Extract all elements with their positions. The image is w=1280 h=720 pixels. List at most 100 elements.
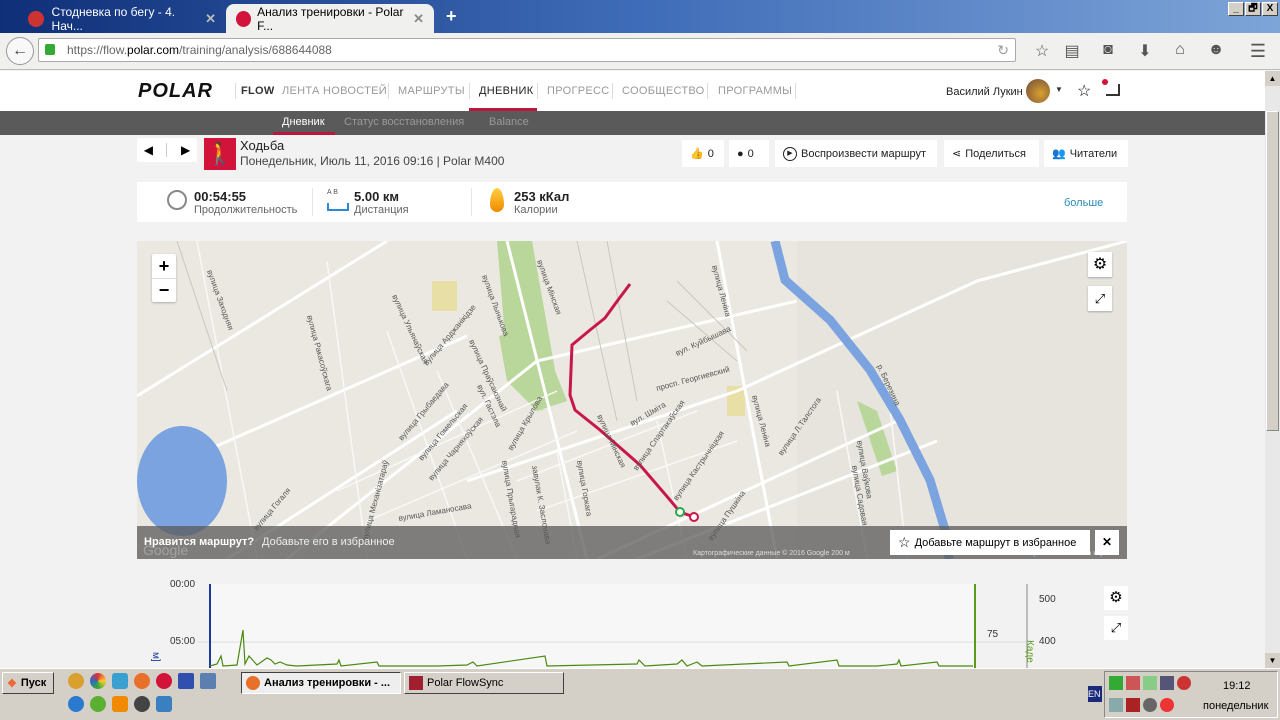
page-scrollbar[interactable]: ▲ ▼ <box>1265 71 1280 668</box>
tray-icon[interactable] <box>1160 676 1174 690</box>
user-name[interactable]: Василий Лукин <box>946 86 1023 98</box>
media-player-icon[interactable] <box>134 696 150 712</box>
subnav-recovery[interactable]: Статус восстановления <box>344 116 464 128</box>
subnav-balance[interactable]: Balance <box>489 116 529 128</box>
app-icon[interactable] <box>112 673 128 689</box>
play-route-button[interactable]: ▶ Воспроизвести маршрут <box>775 140 937 167</box>
start-button[interactable]: ❖ Пуск <box>2 672 54 694</box>
scrollbar-thumb[interactable] <box>1266 111 1279 431</box>
favorites-star-icon[interactable]: ☆ <box>1077 81 1091 101</box>
map-label: вулица Ламаносава <box>398 501 473 523</box>
notifications-icon[interactable] <box>1102 79 1120 96</box>
browser-titlebar: Стодневка по бегу - 4. Нач... ✕ Анализ т… <box>0 0 1280 33</box>
scroll-up-icon[interactable]: ▲ <box>1265 71 1280 86</box>
close-tab-icon[interactable]: ✕ <box>205 11 216 27</box>
bookmark-star-icon[interactable]: ☆ <box>1032 41 1052 61</box>
nav-routes[interactable]: МАРШРУТЫ <box>398 85 465 97</box>
close-favorite-bar-button[interactable]: ✕ <box>1095 530 1119 555</box>
scroll-down-icon[interactable]: ▼ <box>1265 653 1280 668</box>
prev-next-nav: ◀ ▶ <box>137 138 197 162</box>
like-button[interactable]: 👍 0 <box>682 140 724 167</box>
browser-navbar: ← https://flow.polar.com/training/analys… <box>0 33 1280 70</box>
nav-news[interactable]: ЛЕНТА НОВОСТЕЙ <box>282 85 387 97</box>
opera-icon[interactable] <box>156 673 172 689</box>
more-link[interactable]: больше <box>1064 197 1103 209</box>
hello-icon[interactable]: ☻ <box>1206 41 1226 59</box>
reading-list-icon[interactable]: ▤ <box>1062 41 1082 61</box>
browser-tab-active[interactable]: Анализ тренировки - Polar F... ✕ <box>226 4 434 33</box>
minimize-button[interactable]: _ <box>1228 2 1244 16</box>
taskbar-window-flowsync[interactable]: Polar FlowSync <box>404 672 564 694</box>
taskbar-window-firefox[interactable]: Анализ тренировки - ... <box>241 672 401 694</box>
url-bar[interactable]: https://flow.polar.com/training/analysis… <box>38 38 1016 62</box>
nav-diary[interactable]: ДНЕВНИК <box>479 85 533 97</box>
followers-button[interactable]: 👥 Читатели <box>1044 140 1128 167</box>
duration-label: Продолжительность <box>194 204 298 216</box>
polar-logo[interactable]: POLAR <box>138 80 213 103</box>
nav-progress[interactable]: ПРОГРЕСС <box>547 85 609 97</box>
training-chart[interactable]: 00:00 05:00 500 400 75 Каде м] ⚙ ⤢ <box>137 576 1128 668</box>
app-icon[interactable] <box>68 673 84 689</box>
back-button[interactable]: ← <box>6 37 34 65</box>
browser-tab[interactable]: Стодневка по бегу - 4. Нач... ✕ <box>18 4 226 33</box>
add-route-favorite-label: Добавьте маршрут в избранное <box>914 536 1077 549</box>
map-canvas[interactable]: вулица Мінская вулица Мінская просп. Гео… <box>137 241 1127 559</box>
vk-icon[interactable] <box>200 673 216 689</box>
nav-programs[interactable]: ПРОГРАММЫ <box>718 85 792 97</box>
start-label: Пуск <box>20 677 47 689</box>
nav-community[interactable]: СООБЩЕСТВО <box>622 85 705 97</box>
site-header: POLAR FLOW ЛЕНТА НОВОСТЕЙ МАРШРУТЫ ДНЕВН… <box>0 71 1265 111</box>
odnoklassniki-icon[interactable] <box>112 696 128 712</box>
chart-settings-icon[interactable]: ⚙ <box>1104 586 1128 610</box>
save-icon[interactable] <box>178 673 194 689</box>
comment-icon: ● <box>737 147 744 160</box>
tray-icon[interactable] <box>1109 676 1123 690</box>
map-label: вулица Мінская <box>595 413 628 469</box>
app-icon[interactable] <box>90 696 106 712</box>
user-menu-chevron-icon[interactable]: ▼ <box>1055 85 1063 94</box>
quick-launch <box>68 673 216 689</box>
tray-icon[interactable] <box>1109 698 1123 712</box>
clock-day: понедельник <box>1203 700 1269 712</box>
flowsync-icon <box>409 676 423 690</box>
close-tab-icon[interactable]: ✕ <box>413 11 424 27</box>
download-icon[interactable]: ⬇ <box>1135 41 1155 61</box>
locate-icon[interactable]: ⚙ <box>1088 252 1112 277</box>
chart-fullscreen-icon[interactable]: ⤢ <box>1104 616 1128 640</box>
share-button[interactable]: ⋖ Поделиться <box>944 140 1039 167</box>
route-map[interactable]: вулица Мінская вулица Мінская просп. Гео… <box>137 241 1127 559</box>
distance-value: 5.00 км <box>354 189 400 204</box>
ie-icon[interactable] <box>68 696 84 712</box>
add-route-favorite-button[interactable]: ☆ Добавьте маршрут в избранное <box>890 530 1090 555</box>
tray-icon[interactable] <box>1143 676 1157 690</box>
map-label: вул. Куйбышава <box>674 324 733 358</box>
fullscreen-icon[interactable]: ⤢ <box>1088 286 1112 311</box>
restore-button[interactable]: 🗗 <box>1245 2 1261 16</box>
clock-time[interactable]: 19:12 <box>1223 680 1251 692</box>
language-indicator[interactable]: EN <box>1088 686 1102 702</box>
comment-count: 0 <box>747 147 754 160</box>
chrome-icon[interactable] <box>90 673 106 689</box>
tray-icon[interactable] <box>1126 676 1140 690</box>
app-icon[interactable] <box>156 696 172 712</box>
subnav-diary[interactable]: Дневник <box>282 116 325 128</box>
previous-arrow-icon[interactable]: ◀ <box>144 143 153 157</box>
y-tick-left: 05:00 <box>170 636 196 647</box>
tray-icon[interactable] <box>1177 676 1191 690</box>
firefox-icon[interactable] <box>134 673 150 689</box>
pocket-icon[interactable]: ◙ <box>1098 41 1118 59</box>
avatar[interactable] <box>1026 79 1050 103</box>
tray-icon[interactable] <box>1126 698 1140 712</box>
new-tab-button[interactable]: + <box>446 6 457 27</box>
reload-icon[interactable]: ↻ <box>997 39 1009 61</box>
zoom-in-button[interactable]: + <box>152 254 176 278</box>
tray-icon[interactable] <box>1143 698 1157 712</box>
home-icon[interactable]: ⌂ <box>1170 41 1190 59</box>
close-window-button[interactable]: X <box>1262 2 1278 16</box>
stopwatch-icon <box>167 190 187 210</box>
menu-icon[interactable]: ☰ <box>1248 41 1268 62</box>
next-arrow-icon[interactable]: ▶ <box>181 143 190 157</box>
tray-icon[interactable] <box>1160 698 1174 712</box>
zoom-out-button[interactable]: − <box>152 278 176 302</box>
comment-button[interactable]: ● 0 <box>729 140 769 167</box>
